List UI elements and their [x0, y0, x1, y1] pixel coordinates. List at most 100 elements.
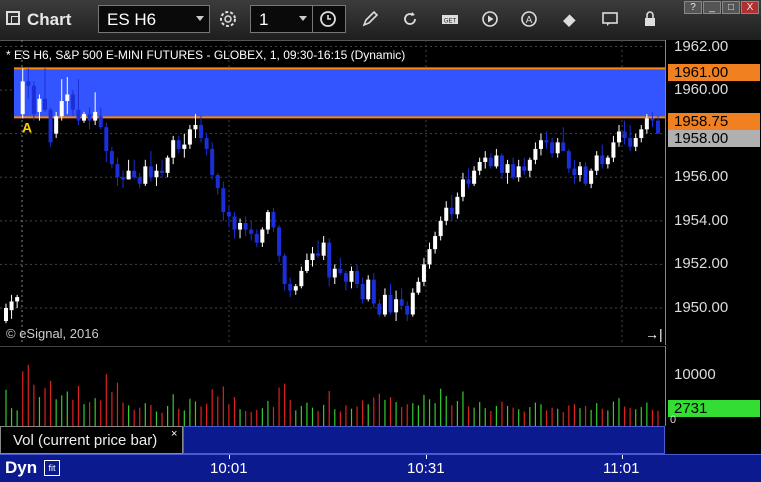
- symbol-value[interactable]: ES H6: [107, 10, 156, 30]
- candle: [199, 116, 204, 143]
- candle-body: [656, 120, 660, 134]
- candle-body: [466, 179, 471, 184]
- candle-body: [572, 168, 577, 176]
- chart-window-icon[interactable]: [6, 11, 20, 25]
- candle: [176, 135, 181, 154]
- volume-zero-tick: 0: [670, 414, 677, 426]
- alert-icon[interactable]: A: [519, 9, 539, 29]
- candle-body: [20, 81, 25, 115]
- candle-body: [583, 166, 588, 184]
- scroll-end-icon[interactable]: →|: [645, 326, 663, 342]
- comment-icon[interactable]: [600, 9, 620, 29]
- candle: [277, 225, 282, 263]
- candle: [522, 157, 527, 176]
- interval-value[interactable]: 1: [259, 10, 268, 30]
- candle: [160, 159, 165, 178]
- help-button[interactable]: ?: [684, 1, 702, 14]
- candle: [210, 142, 215, 180]
- candle: [455, 192, 460, 219]
- candle-body: [371, 279, 376, 304]
- candle: [15, 294, 20, 308]
- candle: [132, 159, 137, 180]
- play-icon[interactable]: [480, 9, 500, 29]
- candle-body: [26, 81, 31, 86]
- candle-body: [132, 170, 137, 178]
- candle-body: [332, 268, 337, 278]
- candle-body: [143, 166, 148, 184]
- chevron-down-icon[interactable]: [196, 16, 204, 21]
- candle: [399, 288, 404, 311]
- price-tag: 1961.00: [668, 64, 760, 81]
- candle: [349, 266, 354, 289]
- candle-body: [104, 127, 109, 152]
- candle: [143, 159, 148, 186]
- volume-plot[interactable]: [0, 346, 665, 426]
- candle-body: [288, 284, 293, 291]
- candle: [171, 135, 176, 165]
- candle: [360, 277, 365, 304]
- volume-bars: [5, 364, 659, 426]
- chart-title: * ES H6, S&P 500 E-MINI FUTURES - GLOBEX…: [6, 48, 406, 62]
- time-axis[interactable]: Dyn fit 10:01 10:31 11:01: [0, 454, 761, 482]
- zone-marker[interactable]: A: [22, 119, 32, 135]
- candle-body: [449, 207, 454, 215]
- candle: [271, 207, 276, 232]
- candle: [405, 301, 410, 322]
- get-icon[interactable]: GET: [440, 9, 460, 29]
- study-bar: [183, 426, 665, 454]
- gear-icon[interactable]: [218, 9, 238, 29]
- chevron-down-icon[interactable]: [299, 16, 307, 21]
- candle-body: [472, 170, 477, 184]
- candle-body: [494, 155, 499, 167]
- candle-body: [321, 242, 326, 256]
- svg-text:A: A: [526, 15, 533, 26]
- candle-body: [210, 148, 215, 176]
- candle: [366, 275, 371, 302]
- volume-axis[interactable]: 10000 2731: [665, 346, 761, 426]
- candle: [416, 277, 421, 295]
- candle-body: [282, 255, 287, 284]
- candle-body: [561, 142, 566, 152]
- candle: [527, 157, 532, 178]
- close-button[interactable]: X: [741, 1, 759, 14]
- price-tick-label: 1954.00: [674, 211, 729, 229]
- symbol-combo[interactable]: ES H6: [98, 5, 210, 33]
- dyn-label[interactable]: Dyn: [5, 458, 37, 478]
- candle-body: [137, 177, 142, 184]
- close-icon[interactable]: ×: [171, 428, 177, 440]
- candle: [154, 164, 159, 186]
- candle-body: [650, 118, 655, 121]
- candle: [550, 138, 555, 158]
- maximize-button[interactable]: □: [722, 1, 740, 14]
- price-plot[interactable]: A: [0, 40, 665, 345]
- candle-body: [488, 157, 493, 167]
- candle: [232, 212, 237, 239]
- minimize-button[interactable]: _: [703, 1, 721, 14]
- eraser-icon[interactable]: [560, 9, 580, 29]
- candle: [121, 170, 126, 189]
- volume-label-box[interactable]: Vol (current price bar) ×: [0, 426, 183, 454]
- pencil-icon[interactable]: [360, 9, 380, 29]
- fit-icon[interactable]: fit: [44, 460, 60, 476]
- candle: [226, 205, 231, 228]
- toolbar: Chart ES H6 1 GET A ? _ □ X: [0, 0, 761, 41]
- candle-body: [527, 159, 532, 171]
- candle: [600, 144, 605, 169]
- candle-body: [444, 207, 449, 221]
- lock-icon[interactable]: [640, 9, 660, 29]
- candle: [605, 155, 610, 169]
- candle-body: [48, 109, 53, 143]
- candle: [561, 127, 566, 152]
- candle-body: [338, 268, 343, 274]
- candle-body: [405, 305, 410, 315]
- price-axis[interactable]: 1962.00 1960.00 1958.00 1956.00 1954.00 1952.…: [665, 38, 761, 345]
- candle-body: [377, 303, 382, 315]
- candle: [355, 264, 360, 289]
- candle-body: [165, 157, 170, 173]
- candle-body: [555, 142, 560, 154]
- price-zone[interactable]: [14, 68, 665, 118]
- interval-combo[interactable]: 1: [250, 5, 346, 33]
- clock-button[interactable]: [312, 6, 345, 32]
- refresh-icon[interactable]: [400, 9, 420, 29]
- price-tick-label: 1952.00: [674, 255, 729, 273]
